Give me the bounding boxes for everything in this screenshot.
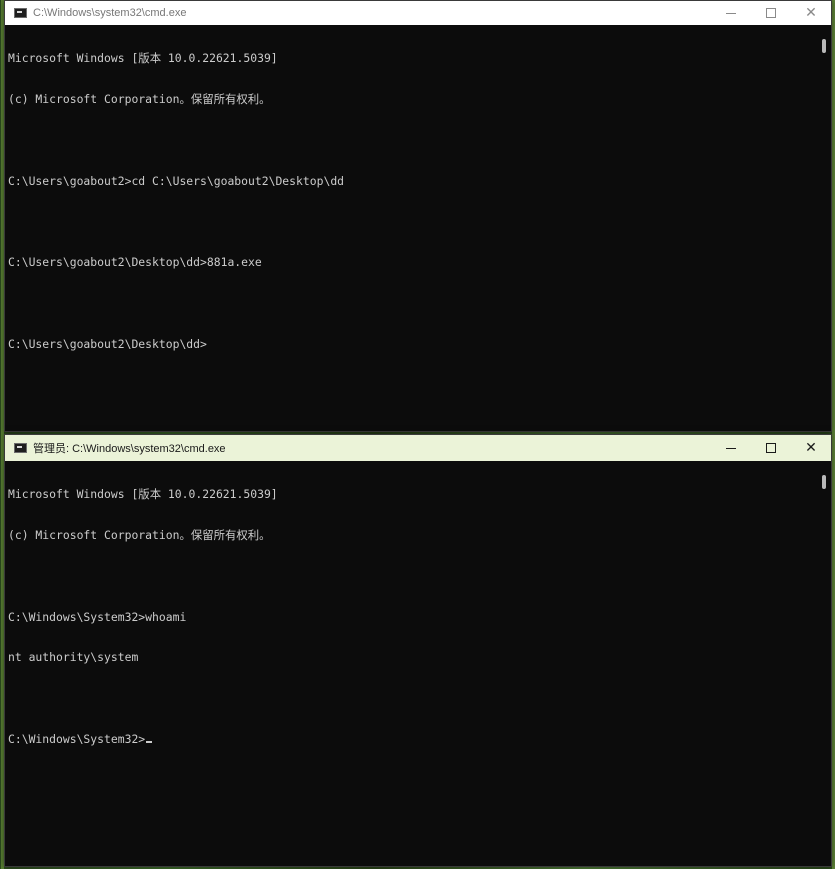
maximize-icon	[766, 443, 776, 453]
console-line: C:\Windows\System32>whoami	[8, 609, 187, 624]
close-button[interactable]: ✕	[791, 435, 831, 461]
vertical-scrollbar[interactable]	[817, 461, 831, 866]
vertical-scrollbar[interactable]	[817, 25, 831, 431]
console-line: nt authority\system	[8, 650, 139, 665]
minimize-button[interactable]	[711, 435, 751, 461]
console-line: Microsoft Windows [版本 10.0.22621.5039]	[8, 487, 278, 502]
console-line: Microsoft Windows [版本 10.0.22621.5039]	[8, 51, 278, 66]
console-prompt-line: C:\Windows\System32>	[8, 731, 817, 747]
window-title: C:\Windows\system32\cmd.exe	[33, 7, 187, 19]
console-line: (c) Microsoft Corporation。保留所有权利。	[8, 91, 271, 106]
window-title: 管理员: C:\Windows\system32\cmd.exe	[33, 443, 226, 455]
console-line: (c) Microsoft Corporation。保留所有权利。	[8, 527, 271, 542]
console-line: C:\Users\goabout2\Desktop\dd>881a.exe	[8, 255, 262, 270]
title-bar[interactable]: C:\Windows\system32\cmd.exe ✕	[5, 1, 831, 25]
console-output[interactable]: Microsoft Windows [版本 10.0.22621.5039] (…	[5, 25, 817, 431]
prompt-text: C:\Windows\System32>	[8, 731, 146, 746]
maximize-button[interactable]	[751, 1, 791, 25]
scrollbar-thumb[interactable]	[822, 39, 826, 53]
close-button[interactable]: ✕	[791, 1, 831, 25]
title-bar[interactable]: 管理员: C:\Windows\system32\cmd.exe ✕	[5, 435, 831, 461]
maximize-button[interactable]	[751, 435, 791, 461]
minimize-button[interactable]	[711, 1, 751, 25]
cmd-app-icon	[14, 8, 27, 18]
close-icon: ✕	[805, 5, 817, 21]
cmd-window-admin[interactable]: 管理员: C:\Windows\system32\cmd.exe ✕ Micro…	[4, 434, 832, 867]
console-output[interactable]: Microsoft Windows [版本 10.0.22621.5039] (…	[5, 461, 817, 866]
cmd-window-user[interactable]: C:\Windows\system32\cmd.exe ✕ Microsoft …	[4, 0, 832, 432]
cmd-app-icon	[14, 443, 27, 453]
console-prompt-line: C:\Users\goabout2\Desktop\dd>	[8, 336, 207, 351]
maximize-icon	[766, 8, 776, 18]
scrollbar-thumb[interactable]	[822, 475, 826, 489]
minimize-icon	[726, 447, 736, 449]
text-cursor	[146, 740, 153, 743]
minimize-icon	[726, 12, 736, 14]
console-line: C:\Users\goabout2>cd C:\Users\goabout2\D…	[8, 173, 345, 188]
close-icon: ✕	[805, 440, 817, 456]
